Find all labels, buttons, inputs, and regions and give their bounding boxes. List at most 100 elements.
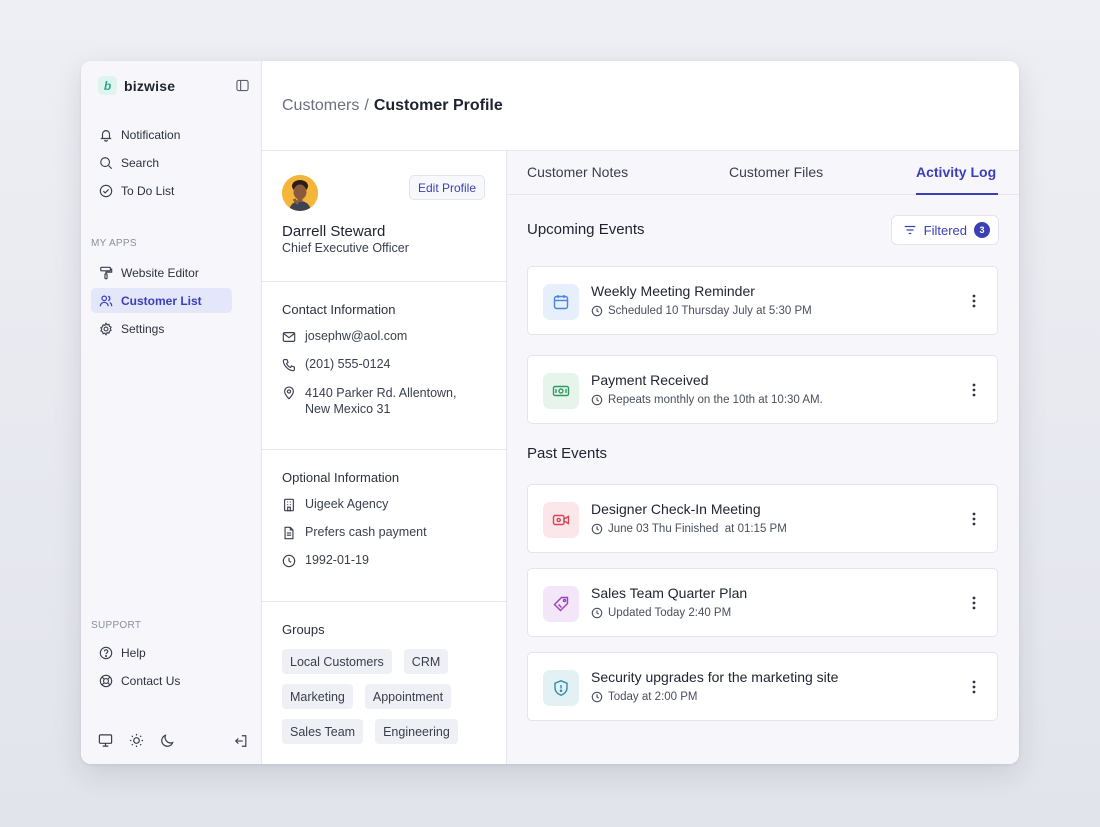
breadcrumb-parent[interactable]: Customers [282, 97, 359, 115]
main-area: Customers / Customer Profile Edit Profil… [262, 61, 1019, 764]
breadcrumb: Customers / Customer Profile [262, 61, 1019, 151]
search-icon [100, 156, 113, 169]
event-icon-badge [543, 586, 579, 622]
event-icon-badge [543, 373, 579, 409]
sidebar-item-help[interactable]: Help [91, 640, 232, 665]
sidebar-item-notification[interactable]: Notification [91, 122, 232, 147]
monitor-icon[interactable] [98, 733, 113, 748]
payment-note-value: Prefers cash payment [305, 525, 427, 539]
brand-logo-icon: b [98, 76, 117, 95]
breadcrumb-separator: / [364, 96, 369, 114]
building-icon [284, 498, 294, 512]
sidebar-item-todo[interactable]: To Do List [91, 178, 232, 203]
clock-icon [591, 305, 603, 317]
logout-icon[interactable] [234, 734, 248, 748]
calendar-icon [553, 295, 569, 310]
event-meta: Updated Today 2:40 PM [591, 607, 731, 619]
brand[interactable]: b bizwise [98, 76, 175, 95]
content: Edit Profile Darrell Steward Chief Execu… [262, 151, 1019, 764]
company-value: Uigeek Agency [305, 497, 389, 511]
event-card[interactable]: Security upgrades for the marketing site… [527, 652, 998, 721]
help-circle-icon [99, 646, 113, 659]
brand-name: bizwise [124, 77, 176, 94]
event-card[interactable]: Designer Check-In Meeting June 03 Thu Fi… [527, 484, 998, 553]
moon-icon[interactable] [160, 733, 175, 748]
paint-roller-icon [100, 266, 113, 279]
sidebar-item-label: Website Editor [121, 265, 199, 280]
more-vertical-icon[interactable] [967, 595, 981, 611]
tag-icon [553, 596, 569, 612]
edit-profile-button[interactable]: Edit Profile [408, 175, 485, 200]
event-icon-badge [543, 284, 579, 320]
sidebar-item-label: Help [121, 645, 146, 660]
lifebuoy-icon [99, 674, 113, 687]
event-meta: Scheduled 10 Thursday July at 5:30 PM [591, 305, 812, 317]
more-vertical-icon[interactable] [967, 293, 981, 309]
document-icon [284, 526, 294, 540]
event-card[interactable]: Payment Received Repeats monthly on the … [527, 355, 998, 424]
clock-icon [591, 691, 603, 703]
filter-lines-icon [904, 225, 915, 235]
group-tag[interactable]: Sales Team [282, 719, 364, 744]
event-card[interactable]: Sales Team Quarter Plan Updated Today 2:… [527, 568, 998, 637]
activity-panel: Customer Notes Customer Files Activity L… [507, 151, 1019, 764]
email-value: josephw@aol.com [305, 329, 408, 343]
group-tag[interactable]: Appointment [364, 684, 452, 709]
app-window: b bizwise Notification Search To Do List… [81, 61, 1019, 764]
section-label-support: SUPPORT [91, 620, 142, 631]
tab-activity-log[interactable]: Activity Log [916, 164, 996, 180]
customer-job-title: Chief Executive Officer [282, 241, 409, 255]
more-vertical-icon[interactable] [967, 382, 981, 398]
phone-row[interactable]: (201) 555-0124 [282, 357, 486, 372]
nav-top: Notification Search To Do List [91, 122, 232, 206]
event-title: Payment Received [591, 372, 709, 388]
sidebar-item-label: Search [121, 155, 160, 170]
address-line-2: New Mexico 31 [305, 402, 391, 416]
sidebar-item-settings[interactable]: Settings [91, 316, 232, 341]
filter-label: Filtered [923, 222, 967, 238]
sidebar-item-label: Settings [121, 321, 165, 336]
event-meta-text: Scheduled 10 Thursday July at 5:30 PM [608, 305, 812, 317]
event-title: Security upgrades for the marketing site [591, 669, 839, 685]
group-tag[interactable]: Marketing [282, 684, 353, 709]
avatar [282, 175, 318, 211]
phone-icon [282, 359, 295, 372]
optional-section-title: Optional Information [282, 470, 400, 485]
bell-icon [100, 129, 112, 142]
address-line-1: 4140 Parker Rd. Allentown, [305, 386, 457, 400]
sidebar-item-customer-list[interactable]: Customer List [91, 288, 232, 313]
filter-button[interactable]: Filtered 3 [890, 215, 999, 245]
sidebar-item-search[interactable]: Search [91, 150, 232, 175]
gear-icon [100, 321, 112, 336]
theme-switcher [98, 733, 175, 748]
address-value: 4140 Parker Rd. Allentown, New Mexico 31 [305, 385, 456, 417]
money-icon [552, 385, 570, 397]
sun-icon[interactable] [129, 733, 144, 748]
tab-customer-files[interactable]: Customer Files [729, 164, 823, 180]
avatar-illustration-icon [282, 175, 318, 211]
clock-icon [591, 607, 603, 619]
more-vertical-icon[interactable] [967, 679, 981, 695]
users-icon [99, 294, 113, 306]
sidebar-toggle-icon[interactable] [236, 79, 249, 92]
address-row: 4140 Parker Rd. Allentown, New Mexico 31 [282, 385, 486, 417]
group-tag[interactable]: Local Customers [282, 649, 392, 674]
past-events-heading: Past Events [527, 445, 608, 462]
group-tag[interactable]: CRM [403, 649, 449, 674]
video-icon [552, 514, 570, 526]
sidebar-item-label: To Do List [121, 183, 175, 198]
group-tag[interactable]: Engineering [375, 719, 458, 744]
map-pin-icon [284, 386, 294, 400]
event-meta-text: Repeats monthly on the 10th at 10:30 AM. [608, 394, 823, 406]
sidebar-item-contact-us[interactable]: Contact Us [91, 668, 232, 693]
contact-information: Contact Information josephw@aol.com (201… [262, 282, 506, 450]
date-row: 1992-01-19 [282, 553, 486, 568]
event-card[interactable]: Weekly Meeting Reminder Scheduled 10 Thu… [527, 266, 998, 335]
tab-customer-notes[interactable]: Customer Notes [527, 164, 628, 180]
email-row[interactable]: josephw@aol.com [282, 329, 486, 344]
profile-header: Edit Profile Darrell Steward Chief Execu… [262, 151, 506, 282]
payment-note-row: Prefers cash payment [282, 525, 486, 540]
more-vertical-icon[interactable] [967, 511, 981, 527]
sidebar-item-website-editor[interactable]: Website Editor [91, 260, 232, 285]
date-value: 1992-01-19 [305, 553, 369, 567]
